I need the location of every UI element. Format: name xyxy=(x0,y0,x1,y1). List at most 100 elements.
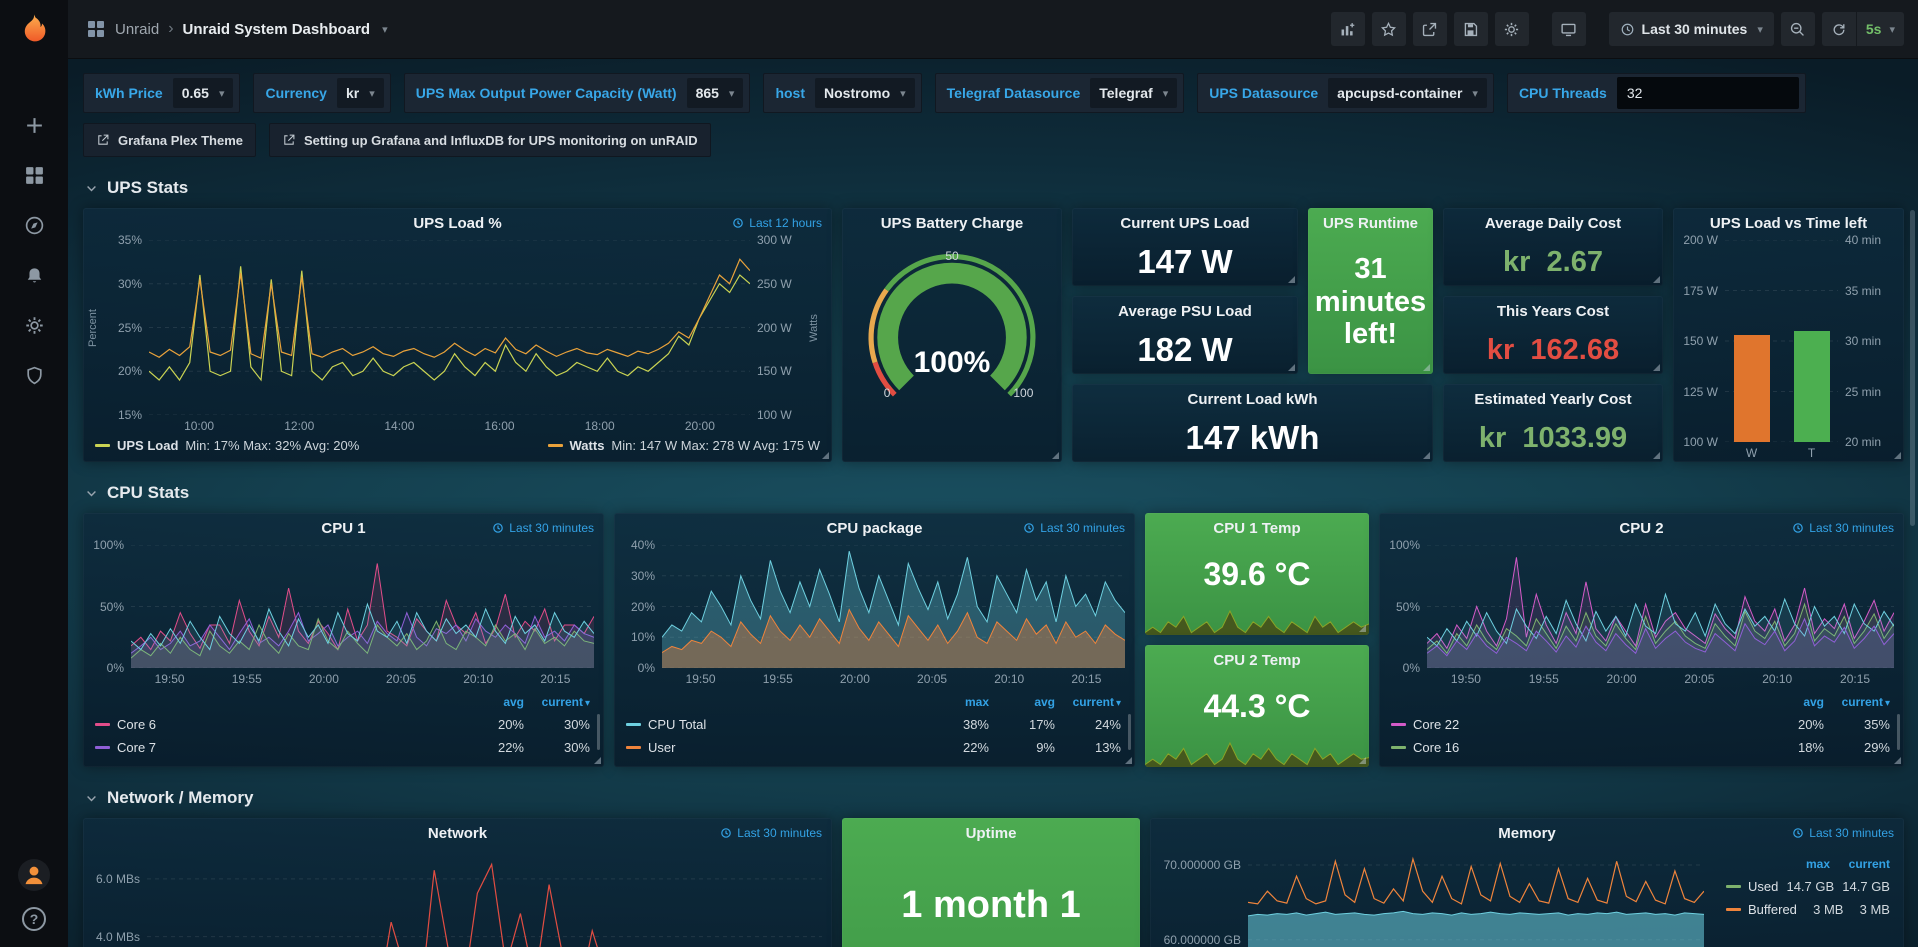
sidebar-item-explore[interactable] xyxy=(14,205,54,245)
refresh-button[interactable] xyxy=(1822,12,1856,46)
sort-caret-icon: ▾ xyxy=(1116,698,1121,709)
cpu-threads-input[interactable] xyxy=(1617,77,1799,109)
dashboard-settings-button[interactable] xyxy=(1495,12,1529,46)
shield-icon xyxy=(24,365,45,386)
panel-title[interactable]: CPU 2 Temp xyxy=(1145,645,1369,675)
variable-telegraf-datasource[interactable]: Telegraf Datasource Telegraf▾ xyxy=(935,73,1185,113)
legend-col-current[interactable]: current▾ xyxy=(1055,695,1121,709)
legend-scrollbar[interactable] xyxy=(1128,714,1131,750)
variable-label: host xyxy=(775,85,805,101)
legend-series[interactable]: Core 22 xyxy=(1391,717,1758,732)
panel-title[interactable]: UPS Load % xyxy=(83,208,832,238)
help-button[interactable]: ? xyxy=(22,907,46,931)
legend-item-ups-load[interactable]: UPS Load Min: 17% Max: 32% Avg: 20% xyxy=(95,438,359,453)
breadcrumb[interactable]: Unraid › Unraid System Dashboard ▾ xyxy=(86,19,388,39)
add-panel-button[interactable] xyxy=(1331,12,1365,46)
panel-title[interactable]: This Years Cost xyxy=(1443,296,1663,326)
variable-ups-max-output[interactable]: UPS Max Output Power Capacity (Watt) 865… xyxy=(404,73,751,113)
panel-title[interactable]: Estimated Yearly Cost xyxy=(1443,384,1663,414)
legend-col-current[interactable]: current xyxy=(1830,857,1890,871)
variable-currency[interactable]: Currency kr▾ xyxy=(253,73,390,113)
ups-load-chart[interactable] xyxy=(149,240,750,415)
create-button[interactable] xyxy=(14,105,54,145)
variable-ups-datasource[interactable]: UPS Datasource apcupsd-container▾ xyxy=(1197,73,1494,113)
grafana-flame-icon xyxy=(16,12,52,48)
dashboard-link-plex-theme[interactable]: Grafana Plex Theme xyxy=(83,123,256,157)
panel-title[interactable]: Average Daily Cost xyxy=(1443,208,1663,238)
breadcrumb-title[interactable]: Unraid System Dashboard xyxy=(183,21,371,38)
share-button[interactable] xyxy=(1413,12,1447,46)
series-color-dash xyxy=(95,746,110,749)
panel-title[interactable]: Current UPS Load xyxy=(1072,208,1298,238)
legend-col-avg[interactable]: avg xyxy=(458,695,524,709)
legend-col-avg[interactable]: avg xyxy=(989,695,1055,709)
legend-header: max current xyxy=(1726,852,1890,875)
sidebar-item-server-admin[interactable] xyxy=(14,355,54,395)
panel-title[interactable]: Average PSU Load xyxy=(1072,296,1298,326)
zoom-out-button[interactable] xyxy=(1781,12,1815,46)
stat-value: 182 W xyxy=(1072,326,1298,374)
row-header-cpu-stats[interactable]: CPU Stats xyxy=(85,481,1904,505)
legend-col-max[interactable]: max xyxy=(1770,857,1830,871)
legend-series[interactable]: Buffered xyxy=(1726,902,1797,917)
save-icon xyxy=(1462,21,1479,38)
scrollbar[interactable] xyxy=(1910,210,1915,526)
panel-title-text: CPU 1 Temp xyxy=(1213,520,1300,537)
variable-value-text: Nostromo xyxy=(824,85,890,101)
dashboard-link-ups-monitoring-guide[interactable]: Setting up Grafana and InfluxDB for UPS … xyxy=(269,123,711,157)
panel-ups-load-vs-time-left: UPS Load vs Time left 100 W125 W150 W175… xyxy=(1673,208,1904,462)
legend-col-avg[interactable]: avg xyxy=(1758,695,1824,709)
stat-value: 39.6 °C xyxy=(1145,543,1369,605)
breadcrumb-folder[interactable]: Unraid xyxy=(115,21,159,38)
panel-network: Network Last 30 minutes 2.0 MBs4.0 MBs6.… xyxy=(83,818,832,947)
gauge-value: 100% xyxy=(842,346,1062,380)
panel-title[interactable]: Current Load kWh xyxy=(1072,384,1433,414)
legend-col-current[interactable]: current▾ xyxy=(524,695,590,709)
sidebar-item-dashboards[interactable] xyxy=(14,155,54,195)
legend-series[interactable]: Core 7 xyxy=(95,740,458,755)
panel-title[interactable]: UPS Battery Charge xyxy=(842,208,1062,238)
legend-scrollbar[interactable] xyxy=(1897,714,1900,750)
tv-mode-button[interactable] xyxy=(1552,12,1586,46)
row-header-ups-stats[interactable]: UPS Stats xyxy=(85,176,1904,200)
panel-title[interactable]: Uptime xyxy=(842,818,1140,848)
time-picker[interactable]: Last 30 minutes ▾ xyxy=(1609,12,1774,46)
star-button[interactable] xyxy=(1372,12,1406,46)
grafana-app: ? Unraid › Unraid System Dashboard ▾ xyxy=(0,0,1918,947)
save-button[interactable] xyxy=(1454,12,1488,46)
panel-title-text: This Years Cost xyxy=(1497,303,1609,320)
chevron-down-icon: ▾ xyxy=(219,87,225,100)
row-title: CPU Stats xyxy=(107,483,189,503)
legend-col-max[interactable]: max xyxy=(923,695,989,709)
sidebar-item-configuration[interactable] xyxy=(14,305,54,345)
legend-series[interactable]: Core 16 xyxy=(1391,740,1758,755)
avatar[interactable] xyxy=(18,859,50,891)
cpu1-chart[interactable] xyxy=(131,545,594,668)
row-header-network-memory[interactable]: Network / Memory xyxy=(85,786,1904,810)
panel-title[interactable]: CPU 1 Temp xyxy=(1145,513,1369,543)
panel-title[interactable]: UPS Runtime xyxy=(1308,208,1433,238)
sidebar-item-alerting[interactable] xyxy=(14,255,54,295)
variable-kwh-price[interactable]: kWh Price 0.65▾ xyxy=(83,73,240,113)
network-chart[interactable] xyxy=(147,850,822,947)
legend-series[interactable]: Core 6 xyxy=(95,717,458,732)
grafana-logo[interactable] xyxy=(0,0,68,59)
panel-cpu1: CPU 1 Last 30 minutes 0%50%100% 19:5019:… xyxy=(83,513,604,767)
panel-current-load-kwh: Current Load kWh 147 kWh xyxy=(1072,384,1433,462)
clock-icon xyxy=(492,522,504,534)
time-range-label: Last 30 minutes xyxy=(1642,21,1748,37)
variable-host[interactable]: host Nostromo▾ xyxy=(763,73,921,113)
variable-value: kr▾ xyxy=(337,78,384,108)
legend-series[interactable]: Used xyxy=(1726,879,1778,894)
cpu2-chart[interactable] xyxy=(1427,545,1894,668)
legend-scrollbar[interactable] xyxy=(597,714,600,750)
refresh-interval-dropdown[interactable]: 5s ▾ xyxy=(1856,12,1904,46)
memory-chart[interactable] xyxy=(1248,850,1704,947)
legend-col-current[interactable]: current▾ xyxy=(1824,695,1890,709)
cpu-package-chart[interactable] xyxy=(662,545,1125,668)
legend-value: 3 MB xyxy=(1843,902,1890,917)
panel-title[interactable]: Memory xyxy=(1150,818,1904,848)
legend-series[interactable]: CPU Total xyxy=(626,717,923,732)
legend-series[interactable]: User xyxy=(626,740,923,755)
legend-item-watts[interactable]: Watts Min: 147 W Max: 278 W Avg: 175 W xyxy=(548,438,820,453)
